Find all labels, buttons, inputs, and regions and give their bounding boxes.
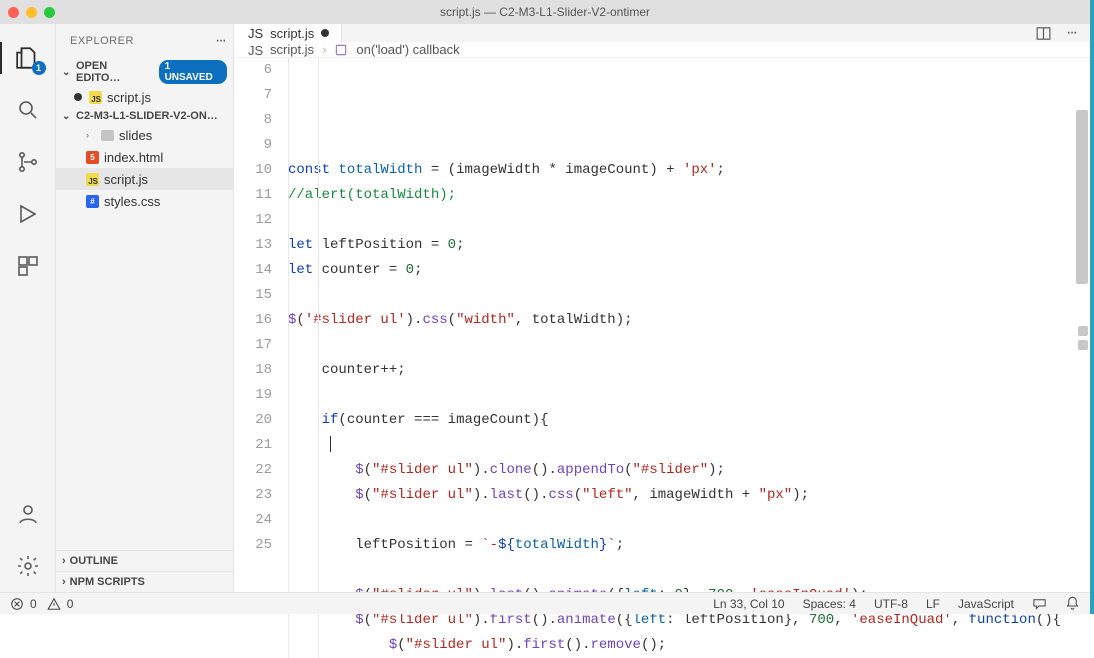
open-editor-label: script.js xyxy=(107,90,151,105)
status-language[interactable]: JavaScript xyxy=(958,597,1014,611)
outline-section[interactable]: › OUTLINE xyxy=(56,550,233,571)
code-editor[interactable]: 678910111213141516171819202122232425 con… xyxy=(234,58,1090,658)
js-file-icon: JS xyxy=(89,91,102,104)
sidebar-more-icon[interactable]: ··· xyxy=(215,32,225,50)
dirty-indicator-icon xyxy=(321,29,329,37)
activity-search-icon[interactable] xyxy=(8,90,48,130)
activity-extensions-icon[interactable] xyxy=(8,246,48,286)
notifications-icon[interactable] xyxy=(1065,596,1080,611)
css-file-icon: # xyxy=(86,195,99,208)
chevron-right-icon: › xyxy=(62,555,66,567)
npm-scripts-section[interactable]: › NPM SCRIPTS xyxy=(56,571,233,592)
sidebar-title: EXPLORER xyxy=(70,35,134,47)
sidebar: EXPLORER ··· ⌄ OPEN EDITO… 1 UNSAVED JS … xyxy=(56,24,234,592)
editor-group: JS script.js ··· JS script.js › on('load… xyxy=(234,24,1090,592)
minimap[interactable] xyxy=(1078,326,1088,350)
feedback-icon[interactable] xyxy=(1032,596,1047,611)
tree-file-styles-css[interactable]: # styles.css xyxy=(56,190,233,212)
tree-folder-slides[interactable]: › slides xyxy=(56,124,233,146)
status-eol[interactable]: LF xyxy=(926,597,940,611)
js-file-icon: JS xyxy=(248,43,262,57)
explorer-badge: 1 xyxy=(32,61,46,75)
status-bar: 0 0 Ln 33, Col 10 Spaces: 4 UTF-8 LF Jav… xyxy=(0,592,1090,614)
activity-accounts-icon[interactable] xyxy=(8,494,48,534)
tree-item-label: slides xyxy=(119,128,152,143)
errors-count[interactable]: 0 xyxy=(30,597,37,611)
open-editor-item[interactable]: JS script.js xyxy=(56,86,233,108)
html-file-icon: 5 xyxy=(86,151,99,164)
line-number-gutter: 678910111213141516171819202122232425 xyxy=(234,58,288,658)
tree-item-label: script.js xyxy=(104,172,148,187)
scrollbar-thumb[interactable] xyxy=(1076,110,1088,284)
js-file-icon: JS xyxy=(86,173,99,186)
tree-file-script-js[interactable]: JS script.js xyxy=(56,168,233,190)
outline-label: OUTLINE xyxy=(70,555,118,567)
chevron-right-icon: › xyxy=(62,576,66,588)
npm-scripts-label: NPM SCRIPTS xyxy=(70,576,145,588)
chevron-right-icon: › xyxy=(86,130,96,140)
editor-tabs: JS script.js ··· xyxy=(234,24,1090,42)
chevron-right-icon: › xyxy=(322,42,326,57)
status-line-col[interactable]: Ln 33, Col 10 xyxy=(713,597,784,611)
errors-icon[interactable] xyxy=(10,597,24,611)
activity-source-control-icon[interactable] xyxy=(8,142,48,182)
status-encoding[interactable]: UTF-8 xyxy=(874,597,908,611)
tree-item-label: styles.css xyxy=(104,194,160,209)
warnings-count[interactable]: 0 xyxy=(67,597,74,611)
breadcrumb-symbol[interactable]: on('load') callback xyxy=(356,42,459,57)
warnings-icon[interactable] xyxy=(47,597,61,611)
status-spaces[interactable]: Spaces: 4 xyxy=(803,597,856,611)
activity-settings-icon[interactable] xyxy=(8,546,48,586)
code-content[interactable]: const totalWidth = (imageWidth * imageCo… xyxy=(288,58,1090,658)
editor-more-icon[interactable]: ··· xyxy=(1066,24,1076,42)
chevron-down-icon: ⌄ xyxy=(62,67,72,78)
folder-icon xyxy=(101,130,114,141)
tree-file-index-html[interactable]: 5 index.html xyxy=(56,146,233,168)
open-editors-label: OPEN EDITO… xyxy=(76,60,155,84)
open-editors-section[interactable]: ⌄ OPEN EDITO… 1 UNSAVED xyxy=(56,58,233,86)
breadcrumbs[interactable]: JS script.js › on('load') callback xyxy=(234,42,1090,58)
workspace-folder-label: C2-M3-L1-SLIDER-V2-ON… xyxy=(76,110,218,122)
method-icon xyxy=(334,43,348,57)
tab-script-js[interactable]: JS script.js xyxy=(234,24,342,42)
window-title: script.js — C2-M3-L1-Slider-V2-ontimer xyxy=(0,5,1090,19)
activity-bar: 1 xyxy=(0,24,56,592)
activity-run-icon[interactable] xyxy=(8,194,48,234)
breadcrumb-file[interactable]: script.js xyxy=(270,42,314,57)
split-editor-icon[interactable] xyxy=(1035,25,1052,42)
js-file-icon: JS xyxy=(248,26,263,41)
workspace-folder-section[interactable]: ⌄ C2-M3-L1-SLIDER-V2-ON… xyxy=(56,108,233,124)
tab-label: script.js xyxy=(270,26,314,41)
unsaved-badge: 1 UNSAVED xyxy=(159,60,227,84)
chevron-down-icon: ⌄ xyxy=(62,111,72,122)
tree-item-label: index.html xyxy=(104,150,163,165)
activity-explorer-icon[interactable]: 1 xyxy=(8,38,48,78)
titlebar: script.js — C2-M3-L1-Slider-V2-ontimer xyxy=(0,0,1090,24)
